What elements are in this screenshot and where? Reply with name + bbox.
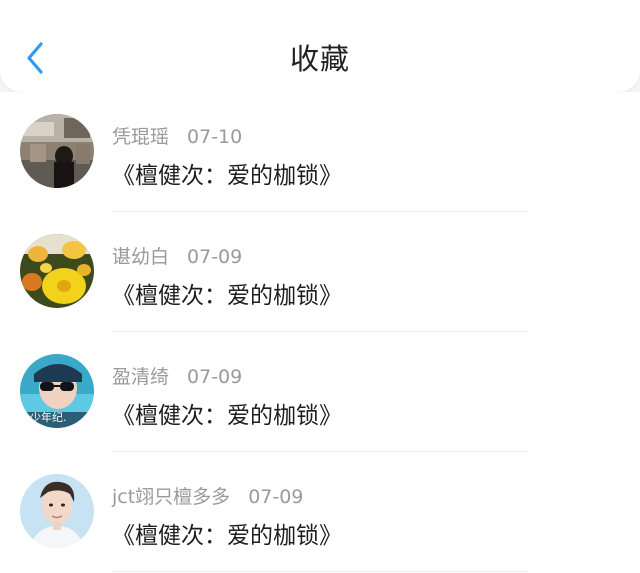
list-item[interactable]: jct翊只檀多多 07-09 《檀健次：爱的枷锁》 <box>0 452 640 572</box>
man-portrait-avatar <box>20 474 94 548</box>
item-meta: 谌幼白 07-09 <box>112 242 242 269</box>
page-title: 收藏 <box>289 42 350 76</box>
street-photo-avatar <box>20 114 94 188</box>
username: 凭琨瑶 <box>112 126 170 148</box>
yellow-flowers-avatar <box>20 234 94 308</box>
list-item[interactable]: 谌幼白 07-09 《檀健次：爱的枷锁》 <box>0 212 640 332</box>
username: 谌幼白 <box>112 246 170 268</box>
favorite-date: 07-09 <box>248 486 304 508</box>
item-meta: 盈清绮 07-09 <box>112 362 242 389</box>
top-bar: 收藏 <box>0 0 640 92</box>
sunglasses-portrait-avatar: 少年纪. <box>20 354 94 428</box>
username: jct翊只檀多多 <box>112 486 231 508</box>
favorite-date: 07-10 <box>187 126 243 148</box>
avatar-caption: 少年纪. <box>30 411 67 424</box>
username: 盈清绮 <box>112 366 170 388</box>
favorite-date: 07-09 <box>187 366 243 388</box>
work-title[interactable]: 《檀健次：爱的枷锁》 <box>112 516 342 550</box>
work-title[interactable]: 《檀健次：爱的枷锁》 <box>112 156 342 190</box>
work-title[interactable]: 《檀健次：爱的枷锁》 <box>112 276 342 310</box>
work-title[interactable]: 《檀健次：爱的枷锁》 <box>112 396 342 430</box>
favorites-list: 凭琨瑶 07-10 《檀健次：爱的枷锁》 谌幼白 07-09 《檀健次：爱的枷锁》 <box>0 92 640 573</box>
favorite-date: 07-09 <box>187 246 243 268</box>
item-meta: jct翊只檀多多 07-09 <box>112 482 303 509</box>
item-meta: 凭琨瑶 07-10 <box>112 122 242 149</box>
list-item[interactable]: 少年纪. 盈清绮 07-09 《檀健次：爱的枷锁》 <box>0 332 640 452</box>
list-item[interactable]: 凭琨瑶 07-10 《檀健次：爱的枷锁》 <box>0 92 640 212</box>
divider <box>112 571 528 572</box>
